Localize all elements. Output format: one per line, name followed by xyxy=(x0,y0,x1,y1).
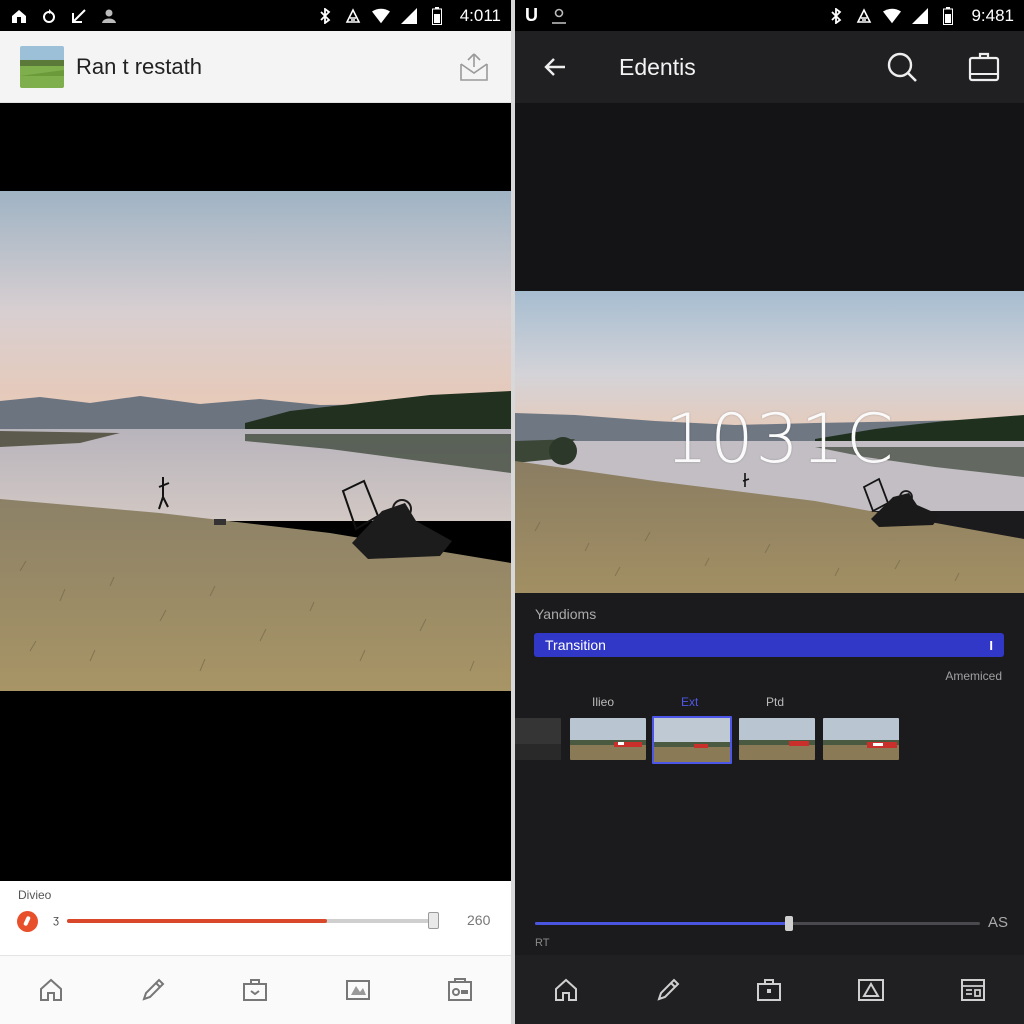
search-icon[interactable] xyxy=(884,49,920,85)
section-label: Yandioms xyxy=(535,606,597,622)
tab-text[interactable]: Ext xyxy=(681,695,698,709)
clip-thumbnail[interactable] xyxy=(570,718,646,760)
signal-arrow-icon xyxy=(70,7,88,25)
controls-label: Diviео xyxy=(18,888,52,902)
lake-photo xyxy=(0,191,511,691)
status-time: 9:481 xyxy=(971,5,1014,25)
record-button[interactable] xyxy=(17,911,38,932)
clip-strip xyxy=(515,716,1024,766)
page-title: Edentis xyxy=(619,53,696,80)
clipboard-icon[interactable] xyxy=(966,49,1002,85)
scrubber-handle[interactable] xyxy=(784,916,793,931)
timeline-slider[interactable] xyxy=(67,912,439,929)
person-icon xyxy=(550,7,568,25)
bluetooth-icon xyxy=(827,7,845,25)
amended-label: Amemiced xyxy=(945,669,1002,683)
home-status-icon xyxy=(10,7,28,25)
bluetooth-icon xyxy=(316,7,334,25)
timeline-end-value: 260 xyxy=(467,912,491,928)
share-envelope-icon[interactable] xyxy=(457,50,491,84)
transition-label: Transition xyxy=(545,637,606,653)
start-marker: ʒ xyxy=(53,914,59,926)
clip-thumbnail[interactable] xyxy=(739,718,815,760)
battery-icon xyxy=(939,6,957,25)
sync-icon xyxy=(40,7,58,25)
wifi-icon xyxy=(883,7,902,25)
app-bar: Ran t restath xyxy=(0,31,511,103)
app-bar: Edentis xyxy=(515,31,1024,103)
vibrate-icon xyxy=(855,7,873,25)
landscape-thumbnail[interactable] xyxy=(20,45,64,88)
wifi-secondary-icon xyxy=(400,7,418,25)
bottom-nav xyxy=(515,955,1024,1024)
pencil-icon[interactable] xyxy=(133,970,173,1010)
scrubber-progress xyxy=(535,922,789,925)
scrubber-end-label: AS xyxy=(987,914,1008,931)
pencil-icon[interactable] xyxy=(648,970,688,1010)
back-arrow-icon[interactable] xyxy=(537,49,573,85)
home-icon[interactable] xyxy=(546,970,586,1010)
right-screen: U 9:481 Edentis 1031C Yandioms Transitio… xyxy=(515,0,1024,1024)
vibrate-icon xyxy=(344,7,362,25)
briefcase-icon[interactable] xyxy=(749,970,789,1010)
transition-end-handle[interactable]: I xyxy=(989,638,993,653)
tab-ptd[interactable]: Ptd xyxy=(766,695,784,709)
radio-icon[interactable] xyxy=(440,970,480,1010)
clip-thumbnail-selected[interactable] xyxy=(652,716,732,764)
wifi-secondary-icon xyxy=(911,7,929,25)
effects-icon[interactable] xyxy=(338,970,378,1010)
timeline-progress xyxy=(67,919,328,923)
document-icon[interactable] xyxy=(953,970,993,1010)
tab-video[interactable]: Ilieo xyxy=(592,695,614,709)
clip-tabs: Ilieo Ext Ptd xyxy=(515,695,1024,715)
scrubber-start-label: RT xyxy=(535,937,550,949)
briefcase-icon[interactable] xyxy=(235,970,275,1010)
status-bar: U 9:481 xyxy=(515,0,1024,31)
battery-icon xyxy=(428,6,446,25)
person-icon xyxy=(100,7,118,25)
wifi-icon xyxy=(371,7,390,25)
clip-thumbnail[interactable] xyxy=(823,718,899,760)
preview-letterbox xyxy=(515,103,1024,293)
status-bar: 4:011 xyxy=(0,0,511,31)
title-overlay-text[interactable]: 1031C xyxy=(665,400,896,479)
left-screen: 4:011 Ran t restath Diviео ʒ 260 xyxy=(0,0,511,1024)
video-preview-area[interactable] xyxy=(0,103,511,881)
clip-thumbnail[interactable] xyxy=(515,718,561,760)
bottom-nav xyxy=(0,955,511,1024)
status-time: 4:011 xyxy=(459,5,501,25)
page-title: Ran t restath xyxy=(76,53,202,79)
transition-track[interactable]: Transition I xyxy=(534,633,1004,657)
status-letter: U xyxy=(525,5,538,25)
home-icon[interactable] xyxy=(31,970,71,1010)
warning-icon[interactable] xyxy=(851,970,891,1010)
scrubber-slider[interactable] xyxy=(535,916,980,931)
timeline-handle[interactable] xyxy=(428,912,439,929)
